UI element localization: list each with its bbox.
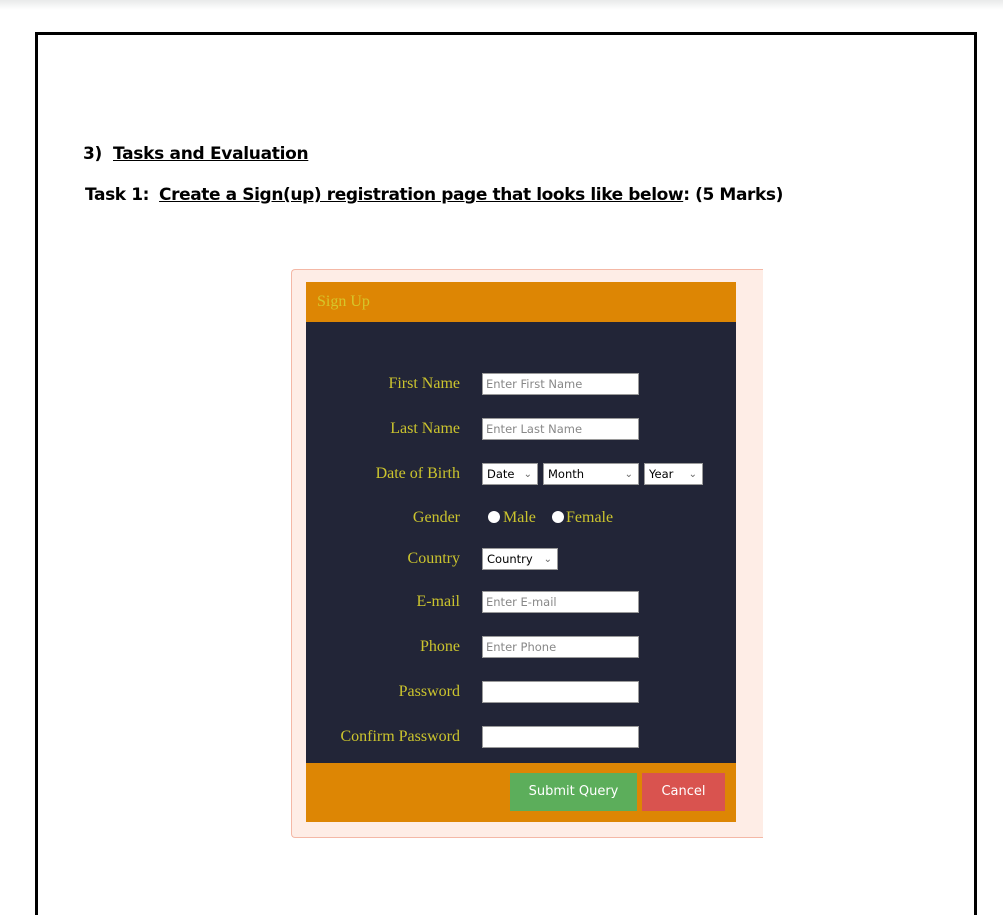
signup-form: Sign Up First Name Enter First Name Last… [306,282,736,822]
gender-male-label[interactable]: Male [503,509,536,527]
row-country: Country Country ⌄ [306,548,736,572]
country-select[interactable]: Country ⌄ [482,548,558,570]
row-email: E-mail Enter E-mail [306,591,736,615]
section-heading: 3) Tasks and Evaluation [83,144,309,164]
dob-year-value: Year [649,467,674,481]
dob-month-value: Month [548,467,585,481]
confirm-password-input[interactable] [482,726,639,748]
first-name-label: First Name [388,375,460,392]
task-text: Create a Sign(up) registration page that… [159,185,684,205]
phone-input[interactable]: Enter Phone [482,636,639,658]
first-name-input[interactable]: Enter First Name [482,373,639,395]
email-label: E-mail [416,593,460,610]
form-body: First Name Enter First Name Last Name En… [306,322,736,790]
viewer-top-shadow [0,0,1003,10]
gender-female-label[interactable]: Female [566,509,613,527]
country-value: Country [487,552,533,566]
task-description: Task 1: Create a Sign(up) registration pa… [85,185,783,205]
phone-label: Phone [420,638,460,655]
form-header: Sign Up [306,282,736,322]
chevron-down-icon: ⌄ [543,554,552,565]
task-marks: : (5 Marks) [683,185,784,205]
dob-date-select[interactable]: Date ⌄ [482,463,538,485]
cancel-button[interactable]: Cancel [642,773,725,811]
gender-female-radio[interactable] [552,511,564,523]
dob-month-select[interactable]: Month ⌄ [543,463,639,485]
form-title: Sign Up [317,293,370,310]
row-first-name: First Name Enter First Name [306,373,736,397]
password-input[interactable] [482,681,639,703]
last-name-label: Last Name [390,420,460,437]
confirm-password-label: Confirm Password [340,728,460,745]
row-gender: Gender Male Female [306,507,736,531]
last-name-input[interactable]: Enter Last Name [482,418,639,440]
password-label: Password [398,683,460,700]
chevron-down-icon: ⌄ [688,469,697,480]
row-date-of-birth: Date of Birth Date ⌄ Month ⌄ Year ⌄ [306,463,736,487]
submit-button[interactable]: Submit Query [510,773,637,811]
dob-label: Date of Birth [375,465,460,482]
dob-year-select[interactable]: Year ⌄ [644,463,703,485]
row-last-name: Last Name Enter Last Name [306,418,736,442]
country-label: Country [407,550,460,567]
row-phone: Phone Enter Phone [306,636,736,660]
email-input[interactable]: Enter E-mail [482,591,639,613]
row-password: Password [306,681,736,705]
section-number: 3) [83,144,102,164]
section-title: Tasks and Evaluation [113,144,309,164]
row-confirm-password: Confirm Password [306,726,736,750]
chevron-down-icon: ⌄ [624,469,633,480]
form-footer: Submit Query Cancel [306,763,736,822]
chevron-down-icon: ⌄ [523,469,532,480]
dob-date-value: Date [487,467,515,481]
task-label: Task 1: [85,185,150,205]
gender-male-radio[interactable] [488,511,500,523]
gender-label: Gender [412,509,460,526]
